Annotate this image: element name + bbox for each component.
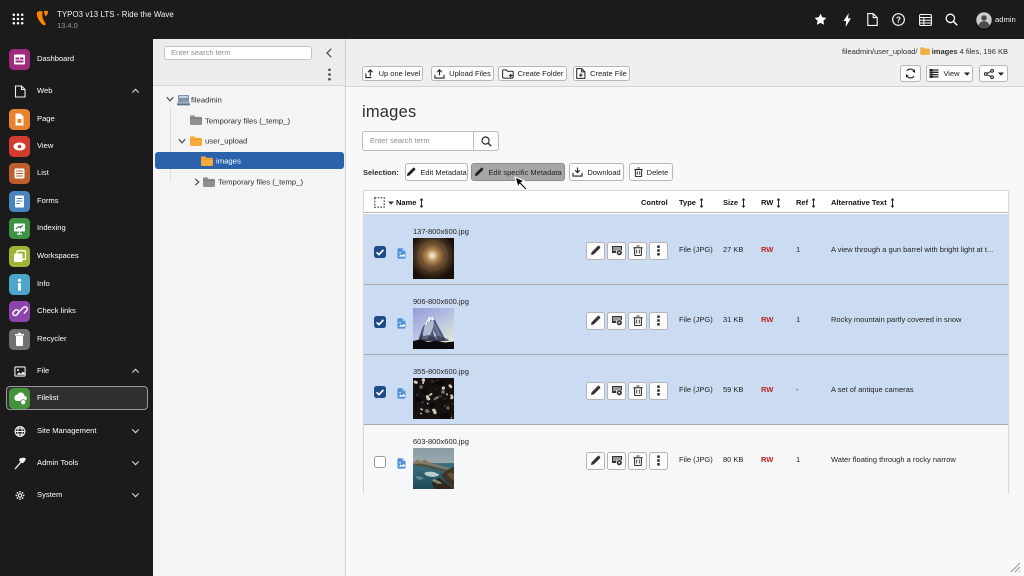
svg-text:?: ?: [896, 15, 901, 24]
